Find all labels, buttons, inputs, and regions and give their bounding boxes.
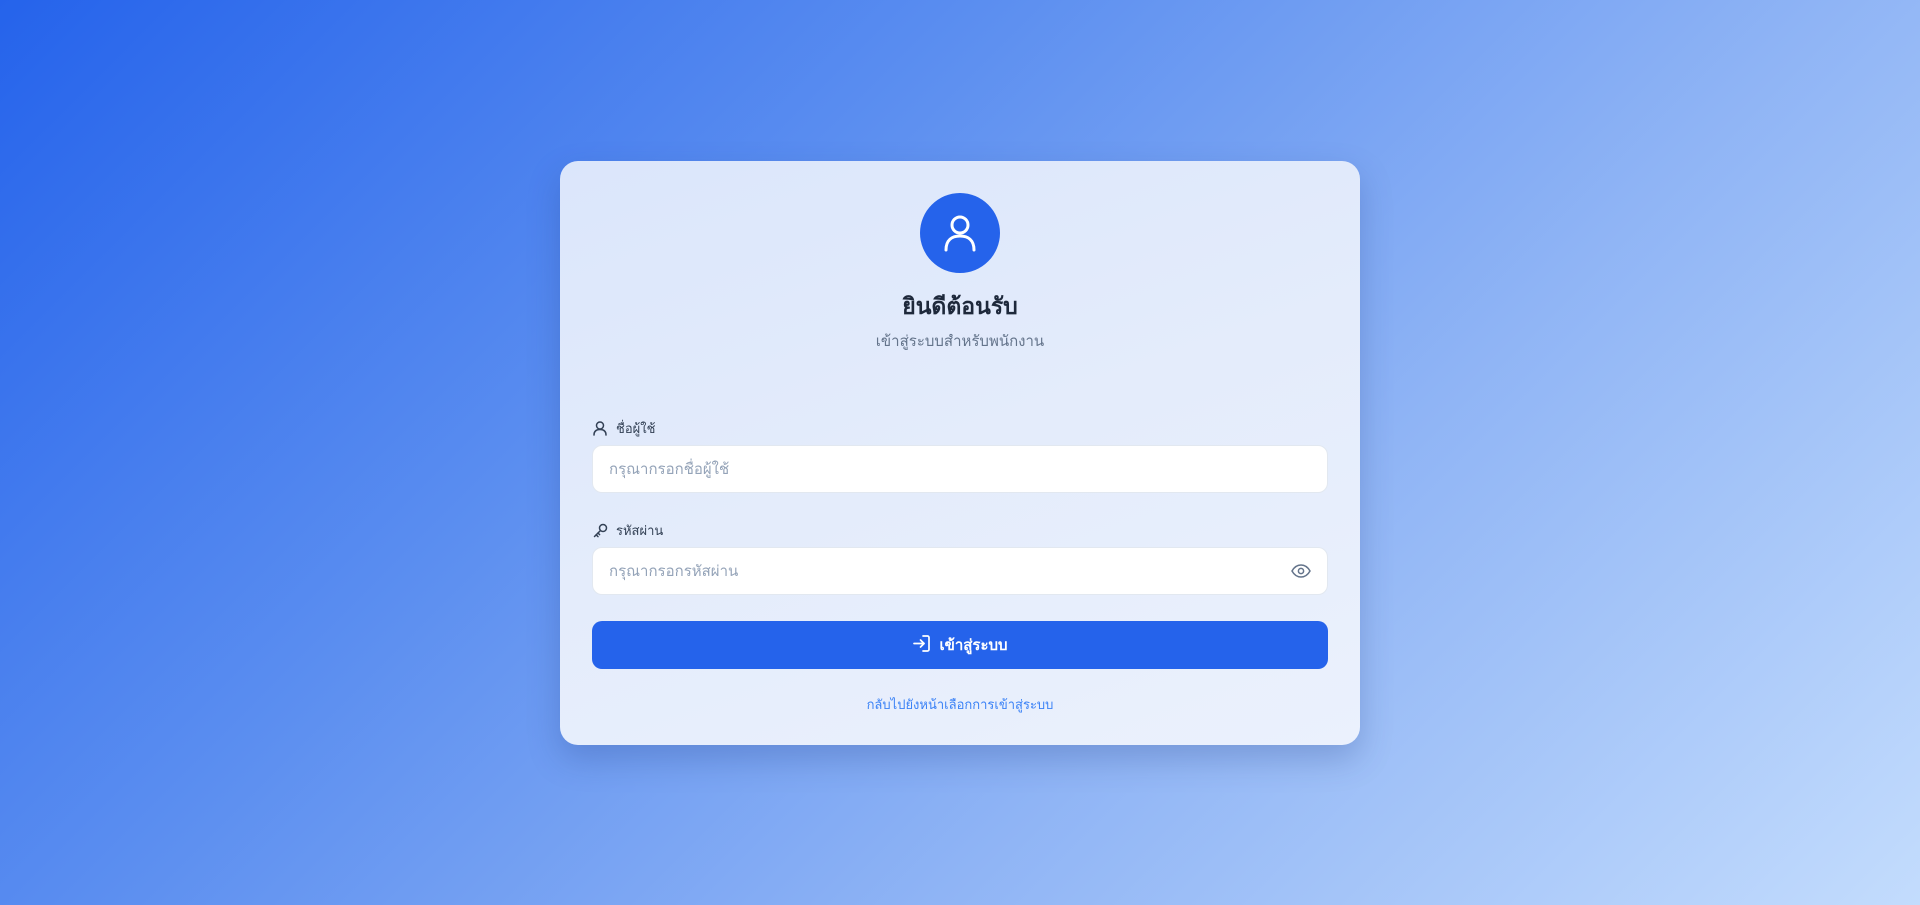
- login-button[interactable]: เข้าสู่ระบบ: [592, 621, 1328, 669]
- page-title: ยินดีต้อนรับ: [902, 294, 1018, 320]
- login-icon: [912, 634, 931, 657]
- password-label-text: รหัสผ่าน: [616, 524, 664, 539]
- login-card: ยินดีต้อนรับ เข้าสู่ระบบสำหรับพนักงาน ชื…: [560, 161, 1360, 745]
- user-icon: [944, 215, 976, 252]
- user-icon: [592, 421, 608, 437]
- back-link[interactable]: กลับไปยังหน้าเลือกการเข้าสู่ระบบ: [560, 694, 1360, 715]
- avatar: [920, 193, 1000, 273]
- username-input[interactable]: [592, 445, 1328, 493]
- password-input[interactable]: [592, 547, 1328, 595]
- eye-icon[interactable]: [1290, 561, 1312, 581]
- page-subtitle: เข้าสู่ระบบสำหรับพนักงาน: [875, 332, 1045, 350]
- key-icon: [592, 523, 608, 539]
- password-label: รหัสผ่าน: [592, 520, 663, 541]
- username-label: ชื่อผู้ใช้: [592, 418, 655, 439]
- username-label-text: ชื่อผู้ใช้: [616, 422, 656, 437]
- login-button-label: เข้าสู่ระบบ: [939, 636, 1008, 654]
